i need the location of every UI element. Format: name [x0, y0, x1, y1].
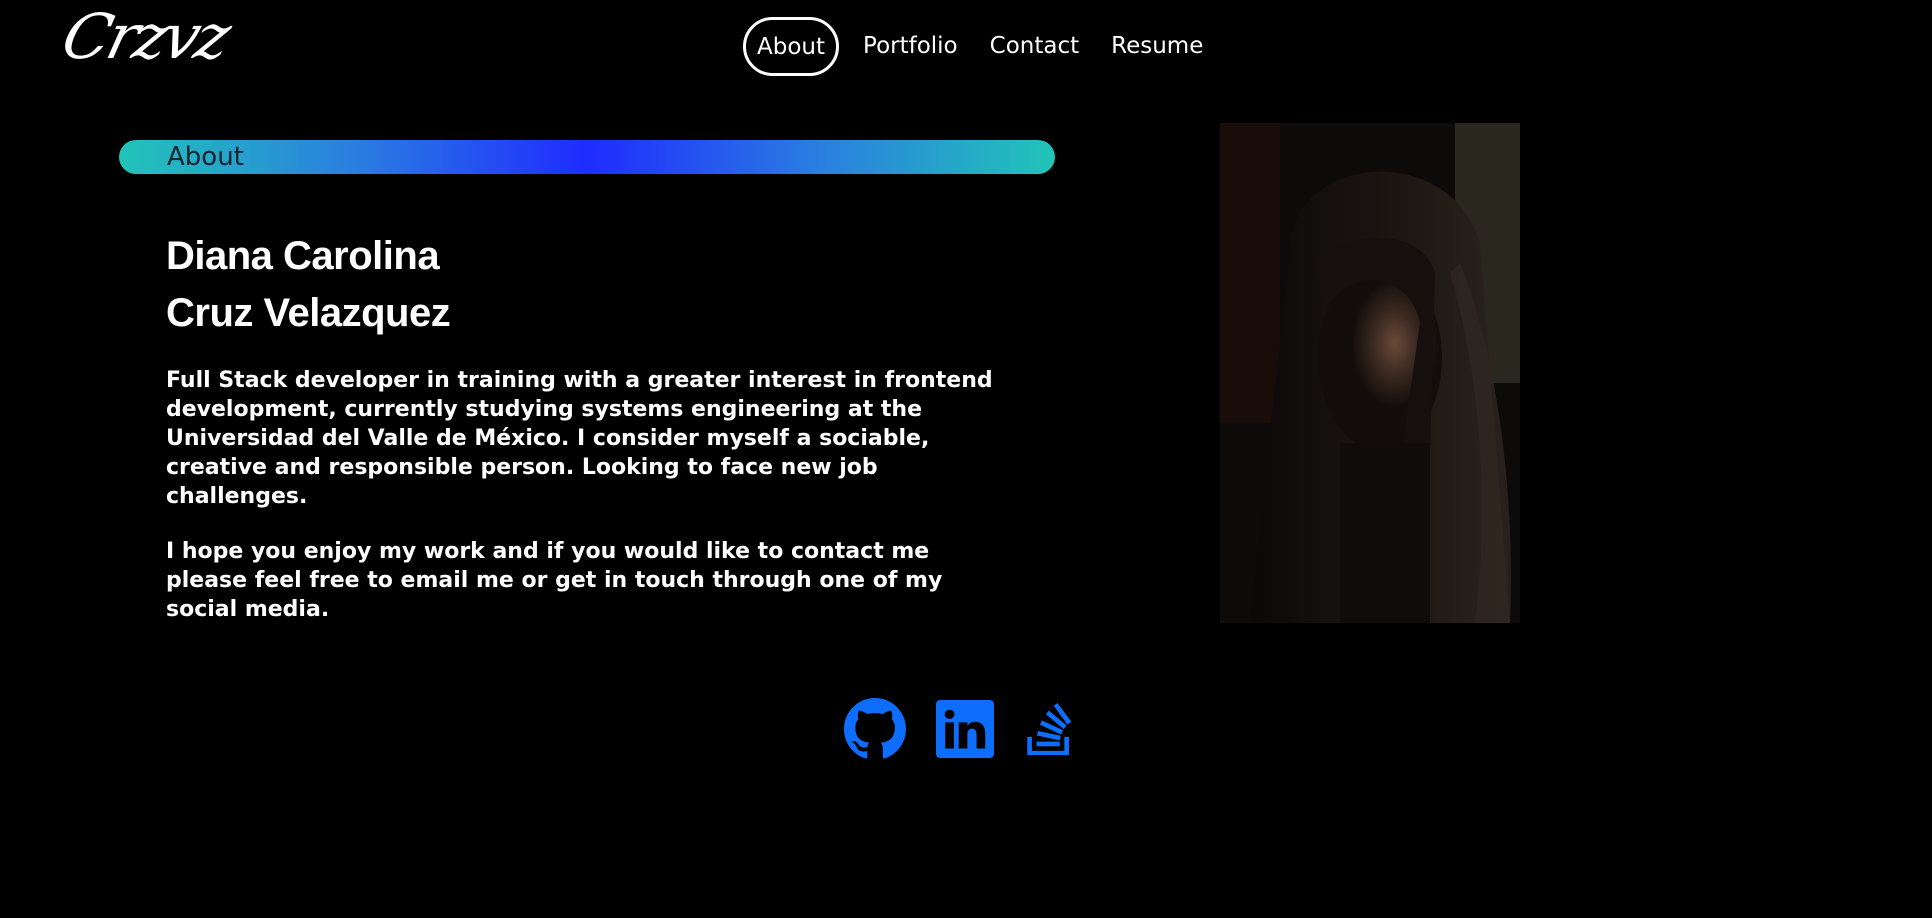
- nav-resume[interactable]: Resume: [1111, 35, 1203, 58]
- full-name: Diana Carolina Cruz Velazquez: [166, 228, 451, 342]
- nav-about[interactable]: About: [743, 17, 840, 76]
- main-nav: About Portfolio Contact Resume: [743, 17, 1235, 76]
- stackoverflow-link[interactable]: [1024, 699, 1076, 759]
- section-title: About: [167, 142, 244, 172]
- github-icon: [844, 698, 906, 759]
- logo[interactable]: Crzvz: [55, 0, 236, 73]
- profile-photo: [1220, 123, 1520, 623]
- bio-paragraph-1: Full Stack developer in training with a …: [166, 368, 993, 509]
- nav-portfolio[interactable]: Portfolio: [863, 35, 958, 58]
- linkedin-icon: [936, 700, 994, 758]
- stackoverflow-icon: [1027, 703, 1072, 755]
- linkedin-link[interactable]: [936, 700, 994, 758]
- section-header-bar: About: [119, 140, 1055, 174]
- profile-photo-image: [1220, 123, 1520, 623]
- social-links: [844, 698, 1106, 760]
- bio-paragraph-2: I hope you enjoy my work and if you woul…: [166, 539, 943, 622]
- nav-contact[interactable]: Contact: [990, 35, 1079, 58]
- name-line-2: Cruz Velazquez: [166, 291, 451, 335]
- github-link[interactable]: [844, 698, 906, 760]
- name-line-1: Diana Carolina: [166, 234, 440, 278]
